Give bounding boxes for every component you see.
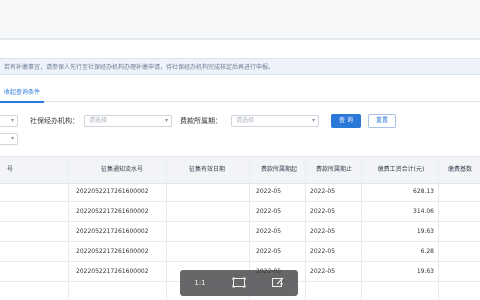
col-serial: 征集通知流水号	[100, 166, 143, 173]
col-period-end: 费款所属期止	[315, 166, 352, 173]
cell-end: 2022-05	[310, 188, 336, 195]
column-divider	[68, 156, 69, 300]
cell-end: 2022-05	[310, 208, 336, 215]
table-row[interactable]: 2022052217261600002 2022-05 2022-05 19.6…	[0, 222, 480, 242]
col-amount: 缴费工资合计(元)	[377, 166, 425, 173]
chevron-down-icon: ▾	[164, 117, 168, 124]
column-divider	[438, 156, 439, 300]
cell-start: 2022-05	[256, 248, 282, 255]
cell-amount: 314.06	[413, 208, 434, 215]
cell-end: 2022-05	[310, 248, 336, 255]
cell-serial: 2022052217261600002	[76, 268, 149, 275]
notice-banner: 若有补缴事宜，请参保人先行至社保经办机构办理补缴申请，待社保经办机构完成核定后再…	[0, 58, 480, 75]
top-bar	[0, 0, 480, 39]
cell-end: 2022-05	[310, 268, 336, 275]
table-row[interactable]: 2022052217261600002 2022-05 2022-05 628.…	[0, 182, 480, 202]
cell-serial: 2022052217261600002	[76, 248, 149, 255]
agency-select[interactable]: 请选择 ▾	[84, 115, 172, 127]
period-placeholder: 请选择	[236, 117, 255, 124]
col-period-start: 费款所属期起	[260, 166, 297, 173]
cell-start: 2022-05	[256, 208, 282, 215]
left-select[interactable]: ▾	[0, 115, 18, 127]
table-row[interactable]: 2022052217261600002 2022-05 2022-05 314.…	[0, 202, 480, 222]
cell-amount: 628.13	[413, 188, 434, 195]
chevron-down-icon: ▾	[10, 135, 14, 142]
col-valid-date: 征集有效日期	[188, 166, 225, 173]
cell-serial: 2022052217261600002	[76, 228, 149, 235]
cell-end: 2022-05	[310, 228, 336, 235]
period-label: 费款所属期：	[180, 117, 222, 125]
notice-text: 若有补缴事宜，请参保人先行至社保经办机构办理补缴申请，待社保经办机构完成核定后再…	[4, 64, 275, 71]
table-header: 号 征集通知流水号 征集有效日期 费款所属期起 费款所属期止 缴费工资合计(元)…	[0, 156, 480, 184]
viewer-toolbar: 1:1	[180, 270, 298, 296]
cell-amount: 19.63	[416, 228, 434, 235]
column-divider	[361, 156, 362, 300]
chevron-down-icon: ▾	[311, 117, 315, 124]
fit-screen-button[interactable]	[227, 275, 251, 291]
table-row[interactable]: 2022052217261600002 2022-05 2022-05 6.28	[0, 242, 480, 262]
agency-placeholder: 请选择	[89, 117, 108, 124]
col-index: 号	[6, 166, 13, 173]
tab-collapse-query[interactable]: 收起查询条件	[0, 85, 45, 103]
cell-amount: 6.28	[420, 248, 434, 255]
left-select-2[interactable]: ▾	[0, 133, 18, 145]
actual-size-icon: 1:1	[194, 279, 206, 287]
fit-screen-icon	[227, 277, 251, 288]
cell-start: 2022-05	[256, 228, 282, 235]
reset-button[interactable]: 重置	[368, 114, 396, 128]
agency-label: 社保经办机构：	[30, 117, 79, 125]
chevron-down-icon: ▾	[10, 117, 14, 124]
search-button[interactable]: 查 询	[331, 114, 361, 128]
edit-button[interactable]	[266, 275, 290, 291]
cell-serial: 2022052217261600002	[76, 188, 149, 195]
column-divider	[166, 156, 167, 300]
actual-size-button[interactable]: 1:1	[188, 275, 212, 291]
col-base: 缴费基数	[447, 166, 472, 173]
edit-icon	[266, 277, 290, 288]
column-divider	[305, 156, 306, 300]
tab-bar: 收起查询条件	[0, 85, 480, 103]
cell-amount: 19.63	[416, 268, 434, 275]
cell-serial: 2022052217261600002	[76, 208, 149, 215]
period-select[interactable]: 请选择 ▾	[231, 115, 319, 127]
cell-start: 2022-05	[256, 188, 282, 195]
